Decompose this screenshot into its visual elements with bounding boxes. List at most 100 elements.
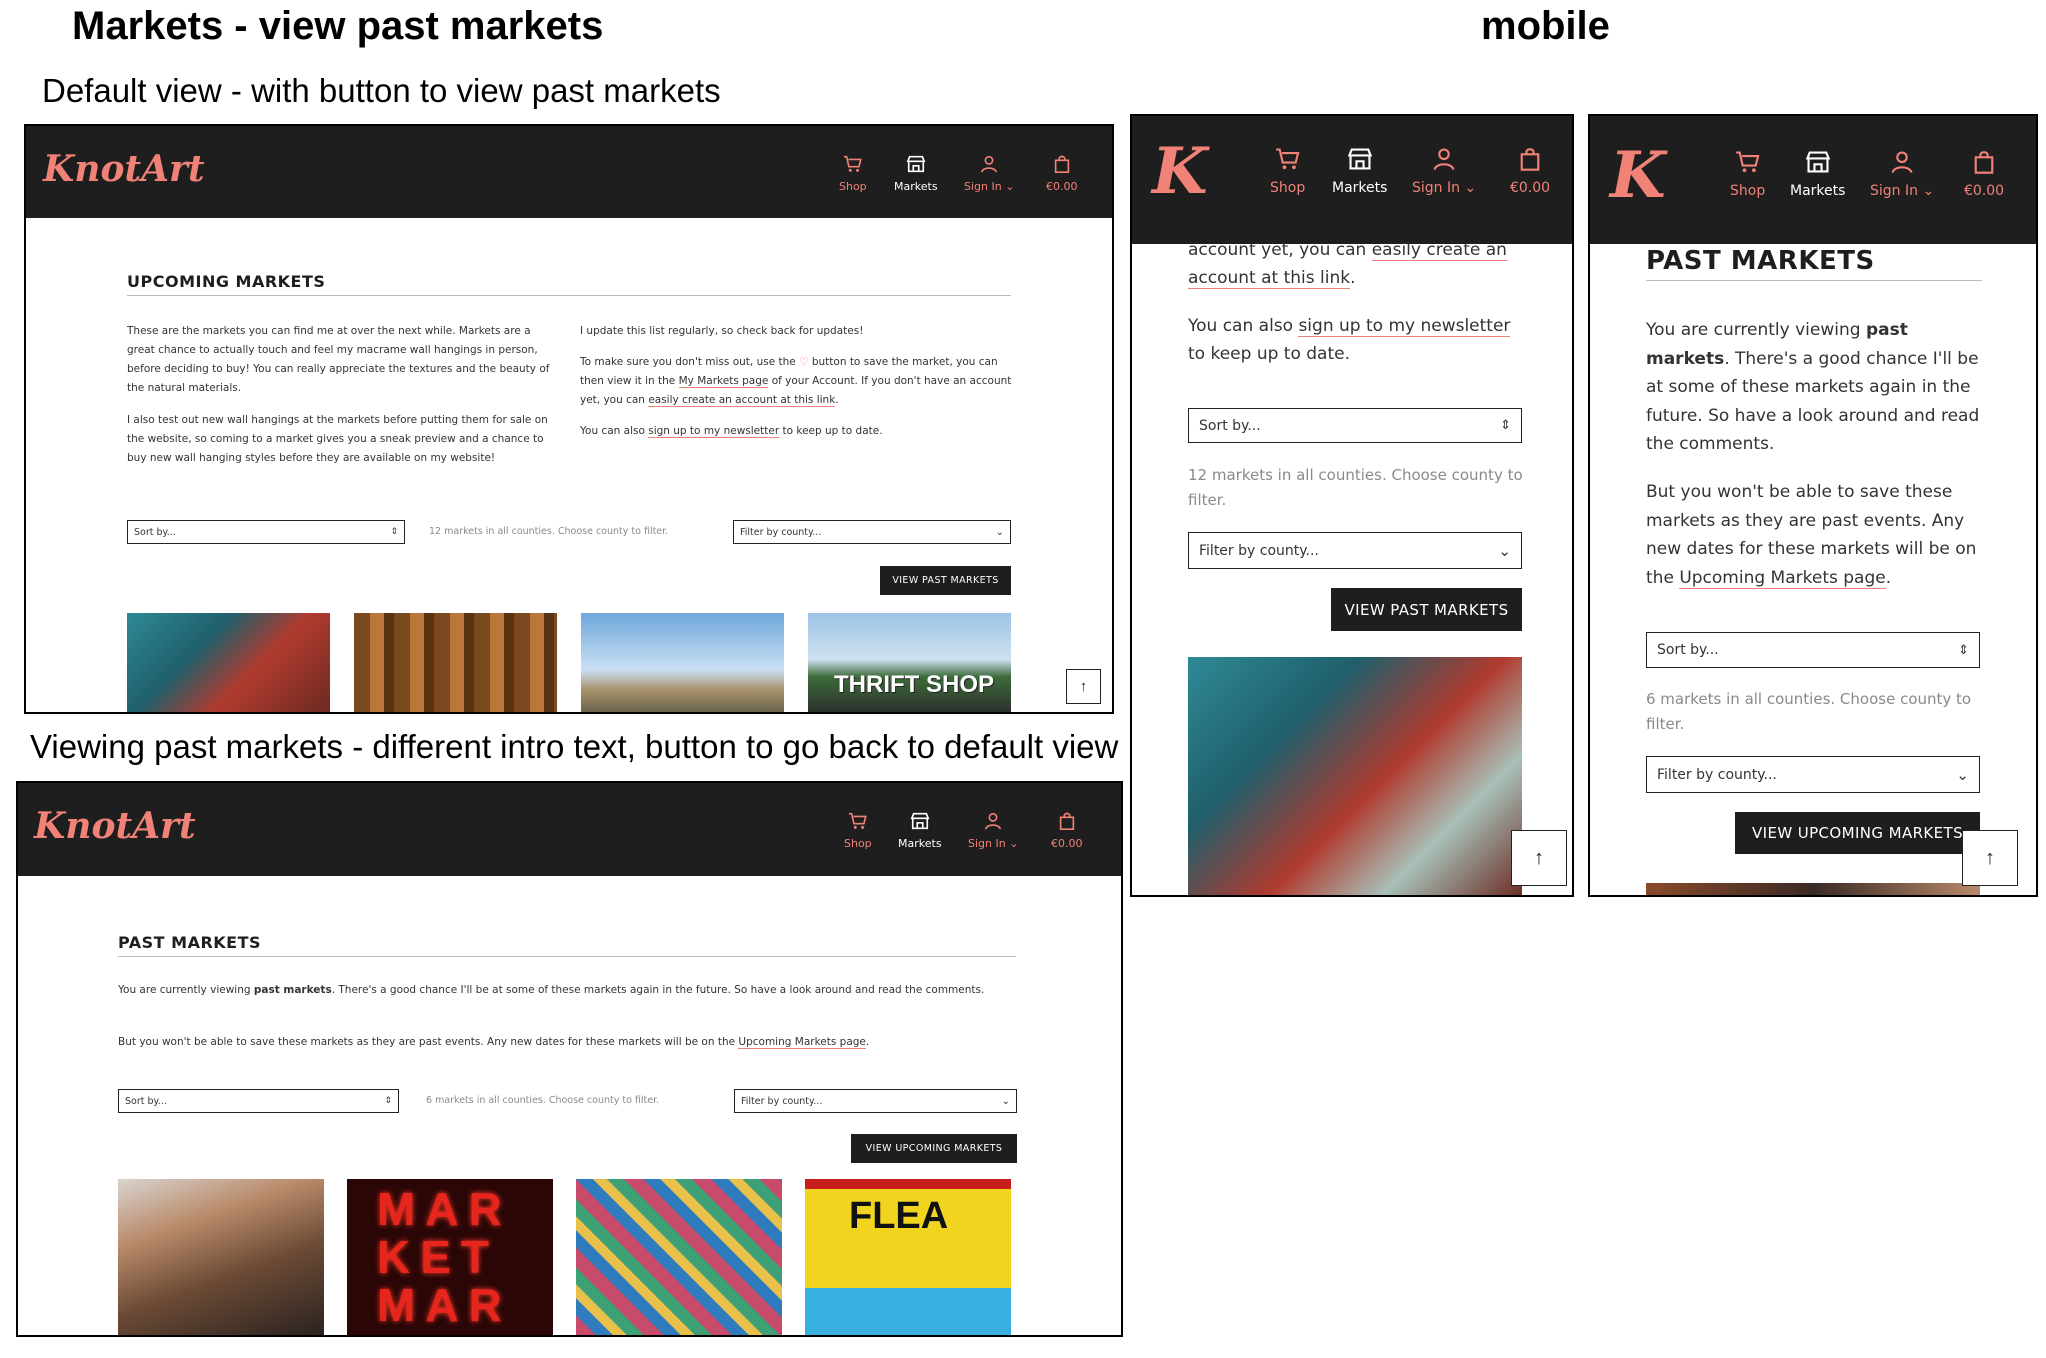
- back-to-top-button[interactable]: ↑: [1066, 669, 1101, 704]
- nav-shop[interactable]: Shop: [844, 811, 872, 850]
- section-title: UPCOMING MARKETS: [127, 272, 326, 291]
- county-filter[interactable]: Filter by county... ⌄: [1188, 532, 1522, 569]
- intro-right-2: To make sure you don't miss out, use the…: [580, 356, 1012, 407]
- chevron-down-icon: ⌄: [1464, 180, 1477, 196]
- sort-select[interactable]: Sort by... ⇕: [127, 520, 405, 544]
- cart-icon: [1275, 148, 1300, 170]
- updown-icon: ⇕: [1500, 418, 1511, 433]
- shopping-bag-icon: [1054, 155, 1069, 173]
- desktop-past-screenshot: KnotArt Shop Markets Sign In ⌄ €0.00 PAS…: [16, 781, 1123, 1337]
- market-stall-icon: [1805, 151, 1830, 173]
- view-past-markets-button[interactable]: VIEW PAST MARKETS: [880, 566, 1011, 595]
- market-image-frames[interactable]: [576, 1179, 782, 1335]
- site-logo[interactable]: KnotArt: [34, 805, 196, 847]
- nav-sign-in-label: Sign In ⌄: [1412, 180, 1477, 196]
- intro-account-text: account yet, you can easily create an ac…: [1188, 240, 1507, 289]
- market-image-flea[interactable]: FLEA: [805, 1179, 1011, 1335]
- site-logo[interactable]: K: [1152, 140, 1208, 204]
- nav-shop[interactable]: Shop: [1730, 149, 1765, 199]
- intro-past-2: But you won't be able to save these mark…: [118, 1036, 870, 1049]
- market-stall-icon: [910, 812, 930, 830]
- county-filter[interactable]: Filter by county... ⌄: [1646, 756, 1980, 793]
- mobile-past-screenshot: K Shop Markets Sign In ⌄ €0.00 PAST MARK…: [1588, 114, 2038, 897]
- site-header: KnotArt Shop Markets Sign In ⌄ €0.00: [18, 783, 1121, 876]
- nav-shop-label: Shop: [839, 180, 867, 193]
- market-image-tins[interactable]: [127, 613, 330, 712]
- newsletter-link[interactable]: sign up to my newsletter: [1298, 316, 1511, 337]
- nav-shop[interactable]: Shop: [839, 154, 867, 193]
- nav-sign-in[interactable]: Sign In ⌄: [1412, 146, 1476, 196]
- nav-cart[interactable]: €0.00: [1046, 154, 1078, 193]
- user-icon: [981, 155, 998, 173]
- intro-left-2: I also test out new wall hangings at the…: [127, 414, 548, 464]
- nav-shop-label: Shop: [1730, 183, 1766, 199]
- nav-sign-in[interactable]: Sign In ⌄: [964, 154, 1014, 193]
- mobile-default-screenshot: K Shop Markets Sign In ⌄ €0.00 account y…: [1130, 114, 1574, 897]
- sort-select[interactable]: Sort by... ⇕: [1188, 408, 1522, 443]
- nav-markets[interactable]: Markets: [898, 811, 942, 850]
- nav-sign-in-label: Sign In ⌄: [1870, 183, 1935, 199]
- nav-cart[interactable]: €0.00: [1964, 149, 2004, 199]
- intro-past-1: You are currently viewing past markets. …: [1646, 320, 1980, 454]
- nav-markets-label: Markets: [894, 180, 938, 193]
- chevron-down-icon: ⌄: [1009, 837, 1019, 850]
- market-count: 12 markets in all counties. Choose count…: [429, 526, 669, 537]
- market-image-tins[interactable]: [1188, 657, 1522, 895]
- nav-sign-in-label: Sign In ⌄: [964, 180, 1015, 193]
- nav-sign-in[interactable]: Sign In ⌄: [1870, 149, 1934, 199]
- shopping-bag-icon: [1059, 812, 1074, 830]
- market-image-street[interactable]: [118, 1179, 324, 1335]
- sort-select[interactable]: Sort by... ⇕: [1646, 632, 1980, 668]
- site-logo[interactable]: K: [1610, 144, 1666, 208]
- market-image-thrift-shop[interactable]: THRIFT SHOP: [808, 613, 1011, 712]
- chevron-down-icon: ⌄: [1498, 541, 1511, 560]
- heart-icon: ♡: [799, 356, 809, 368]
- upcoming-markets-link[interactable]: Upcoming Markets page: [738, 1036, 866, 1049]
- nav-markets[interactable]: Markets: [1332, 146, 1387, 196]
- create-account-link[interactable]: easily create an account at this link: [648, 394, 836, 407]
- market-image-neon-sign[interactable]: MAR KET MAR: [347, 1179, 553, 1335]
- nav-cart[interactable]: €0.00: [1510, 146, 1550, 196]
- user-icon: [1891, 151, 1913, 174]
- title-divider: [127, 295, 1011, 296]
- intro-past-1: You are currently viewing past markets. …: [118, 984, 985, 996]
- site-header: KnotArt Shop Markets Sign In ⌄ €0.00: [26, 126, 1112, 218]
- intro-left-1: These are the markets you can find me at…: [127, 325, 550, 394]
- view-upcoming-markets-button[interactable]: VIEW UPCOMING MARKETS: [1735, 812, 1980, 854]
- user-icon: [985, 812, 1002, 830]
- nav-cart[interactable]: €0.00: [1051, 811, 1083, 850]
- county-filter[interactable]: Filter by county... ⌄: [733, 520, 1011, 544]
- market-count: 6 markets in all counties. Choose county…: [426, 1095, 660, 1106]
- updown-icon: ⇕: [384, 1096, 392, 1106]
- nav-shop[interactable]: Shop: [1270, 146, 1305, 196]
- page-heading-mobile: mobile: [1481, 4, 1610, 48]
- market-count: 12 markets in all counties. Choose count…: [1188, 466, 1523, 509]
- user-icon: [1433, 148, 1455, 171]
- newsletter-link[interactable]: sign up to my newsletter: [648, 425, 780, 438]
- nav-markets[interactable]: Markets: [894, 154, 938, 193]
- cart-icon: [843, 155, 862, 172]
- back-to-top-button[interactable]: ↑: [1962, 830, 2018, 886]
- my-markets-link[interactable]: My Markets page: [678, 375, 769, 388]
- cart-icon: [1735, 151, 1760, 173]
- intro-right-3: You can also sign up to my newsletter to…: [580, 425, 883, 438]
- shopping-bag-icon: [1520, 148, 1540, 171]
- nav-shop-label: Shop: [844, 837, 872, 850]
- sort-select[interactable]: Sort by... ⇕: [118, 1089, 399, 1113]
- site-logo[interactable]: KnotArt: [43, 148, 205, 190]
- market-count: 6 markets in all counties. Choose county…: [1646, 690, 1972, 733]
- market-stall-icon: [1347, 148, 1372, 170]
- view-upcoming-markets-button[interactable]: VIEW UPCOMING MARKETS: [851, 1134, 1017, 1163]
- market-image-baskets[interactable]: [354, 613, 557, 712]
- nav-cart-label: €0.00: [1046, 180, 1078, 193]
- back-to-top-button[interactable]: ↑: [1511, 830, 1567, 886]
- market-image-street[interactable]: [1646, 883, 1980, 895]
- nav-markets[interactable]: Markets: [1790, 149, 1845, 199]
- nav-cart-label: €0.00: [1510, 180, 1551, 196]
- chevron-down-icon: ⌄: [1956, 765, 1969, 784]
- nav-sign-in[interactable]: Sign In ⌄: [968, 811, 1018, 850]
- county-filter[interactable]: Filter by county... ⌄: [734, 1089, 1017, 1113]
- market-image-town[interactable]: [581, 613, 784, 712]
- view-past-markets-button[interactable]: VIEW PAST MARKETS: [1331, 588, 1522, 631]
- upcoming-markets-link[interactable]: Upcoming Markets page: [1679, 567, 1886, 589]
